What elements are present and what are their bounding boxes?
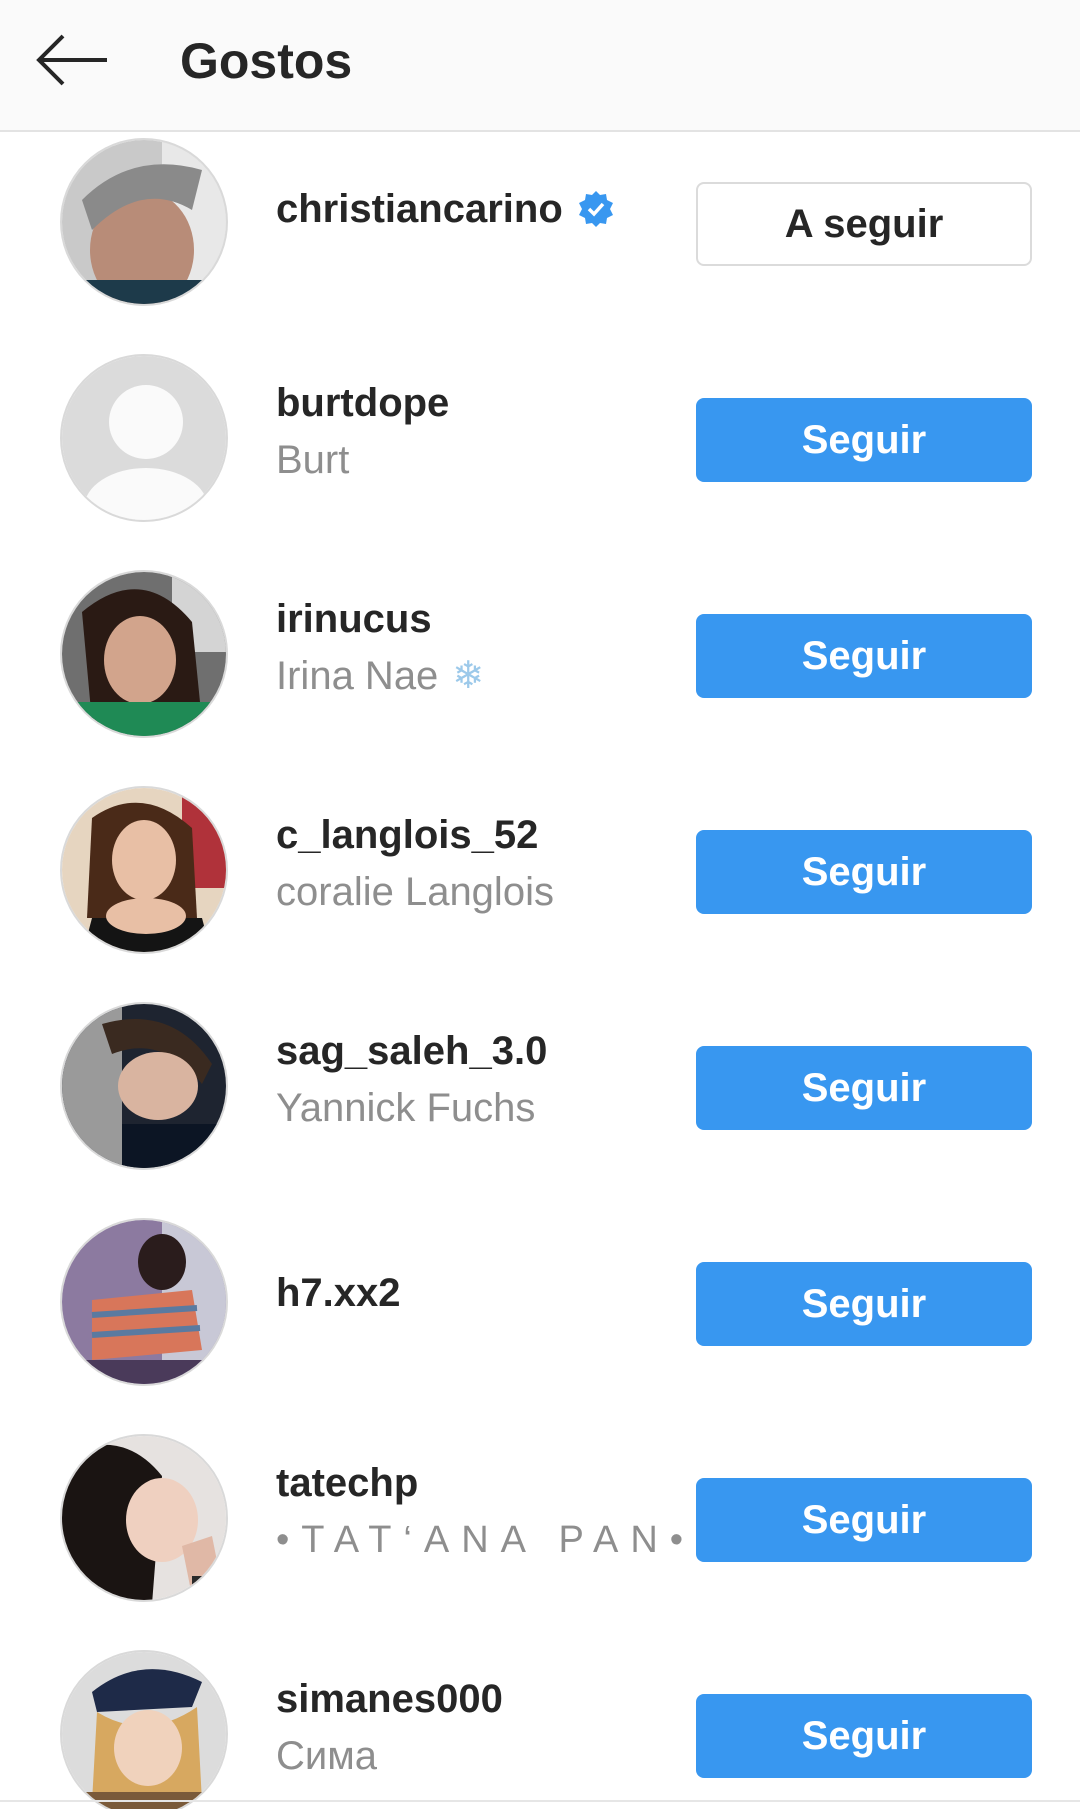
arrow-left-icon [36, 34, 107, 86]
username[interactable]: irinucus [276, 594, 696, 644]
full-name: coralie Langlois [276, 870, 554, 914]
follow-button[interactable]: Seguir [696, 830, 1032, 914]
avatar[interactable] [60, 1650, 228, 1809]
follow-button[interactable]: Seguir [696, 1478, 1032, 1562]
list-item[interactable]: simanes000 Сима Seguir [0, 1644, 1080, 1809]
full-name: •TAT‘ANA PAN• [276, 1519, 696, 1561]
list-item[interactable]: christiancarino A seguir [0, 132, 1080, 348]
avatar[interactable] [60, 1002, 228, 1170]
verified-badge-icon [577, 190, 615, 228]
list-item[interactable]: sag_saleh_3.0 Yannick Fuchs Seguir [0, 996, 1080, 1212]
back-button[interactable] [30, 28, 114, 92]
full-name: Сима [276, 1734, 377, 1778]
follow-button[interactable]: Seguir [696, 614, 1032, 698]
full-name: Burt [276, 438, 350, 482]
list-item[interactable]: irinucus Irina Nae ❄ Seguir [0, 564, 1080, 780]
username[interactable]: c_langlois_52 [276, 810, 696, 860]
likes-list: christiancarino A seguir burtdope Burt S… [0, 132, 1080, 1809]
top-bar: Gostos [0, 0, 1080, 132]
follow-button[interactable]: Seguir [696, 398, 1032, 482]
avatar[interactable] [60, 354, 228, 522]
username[interactable]: christiancarino [276, 184, 696, 234]
list-item[interactable]: c_langlois_52 coralie Langlois Seguir [0, 780, 1080, 996]
username[interactable]: h7.xx2 [276, 1268, 696, 1318]
avatar[interactable] [60, 138, 228, 306]
list-item[interactable]: tatechp •TAT‘ANA PAN• Seguir [0, 1428, 1080, 1644]
full-name: Yannick Fuchs [276, 1086, 536, 1130]
avatar[interactable] [60, 1218, 228, 1386]
username[interactable]: burtdope [276, 378, 696, 428]
list-item[interactable]: h7.xx2 Seguir [0, 1212, 1080, 1428]
divider [0, 1800, 1080, 1802]
username[interactable]: simanes000 [276, 1674, 696, 1724]
avatar[interactable] [60, 1434, 228, 1602]
list-item[interactable]: burtdope Burt Seguir [0, 348, 1080, 564]
username[interactable]: tatechp [276, 1458, 696, 1508]
avatar[interactable] [60, 786, 228, 954]
default-avatar-icon [62, 356, 226, 520]
snowflake-icon: ❄ [452, 655, 485, 697]
follow-button[interactable]: Seguir [696, 1262, 1032, 1346]
full-name: Irina Nae ❄ [276, 650, 696, 702]
following-button[interactable]: A seguir [696, 182, 1032, 266]
username[interactable]: sag_saleh_3.0 [276, 1026, 696, 1076]
follow-button[interactable]: Seguir [696, 1694, 1032, 1778]
page-title: Gostos [180, 33, 353, 89]
avatar[interactable] [60, 570, 228, 738]
follow-button[interactable]: Seguir [696, 1046, 1032, 1130]
